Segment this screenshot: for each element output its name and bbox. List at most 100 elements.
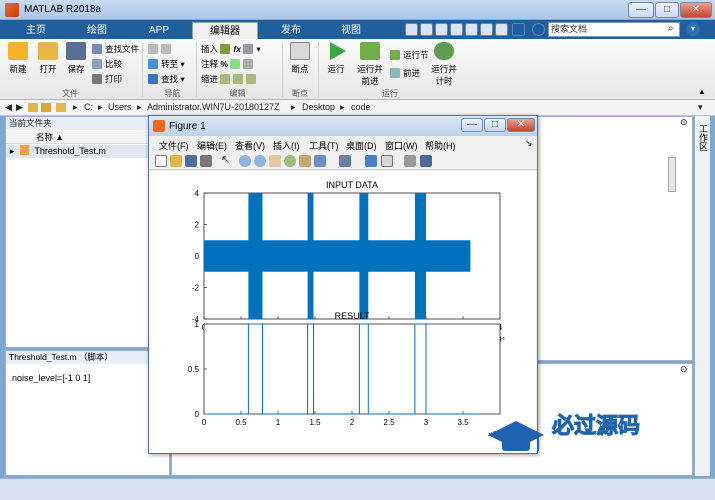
editor-scrollbar[interactable] bbox=[668, 157, 676, 192]
new-icon bbox=[8, 42, 28, 60]
close-button[interactable]: ✕ bbox=[680, 2, 712, 18]
undo-quick-icon[interactable] bbox=[465, 23, 478, 36]
save-figure-icon[interactable] bbox=[185, 155, 197, 167]
find-button[interactable]: 查找 ▾ bbox=[148, 73, 185, 86]
dock-icon[interactable] bbox=[420, 155, 432, 167]
tab-publish[interactable]: 发布 bbox=[262, 22, 320, 39]
breadcrumb-desktop[interactable]: Desktop bbox=[302, 102, 335, 112]
copy-quick-icon[interactable] bbox=[435, 23, 448, 36]
column-header[interactable]: 名称 ▲ bbox=[6, 131, 171, 144]
paste-quick-icon[interactable] bbox=[450, 23, 463, 36]
menu-dock-icon[interactable]: ↘ bbox=[525, 138, 533, 149]
browse-folder-icon[interactable] bbox=[41, 103, 51, 112]
advance-button[interactable]: 前进 bbox=[390, 67, 420, 80]
menu-desktop[interactable]: 桌面(D) bbox=[346, 139, 377, 152]
collapse-ribbon-icon[interactable]: ▲ bbox=[698, 87, 706, 96]
goto-button[interactable]: 转至 ▾ bbox=[148, 58, 185, 71]
new-button[interactable]: 新建 bbox=[5, 42, 31, 75]
print-button[interactable]: 打印 bbox=[92, 73, 122, 86]
tab-home[interactable]: 主页 bbox=[8, 22, 64, 39]
legend-icon[interactable] bbox=[381, 155, 393, 167]
run-time-button[interactable]: 运行并 计时 bbox=[430, 42, 458, 87]
help-quick-icon[interactable] bbox=[512, 23, 525, 36]
insert-button[interactable]: 插入 fx ▾ bbox=[201, 43, 261, 56]
run-advance-button[interactable]: 运行并 前进 bbox=[355, 42, 385, 87]
save-quick-icon[interactable] bbox=[405, 23, 418, 36]
figure-maximize-button[interactable]: □ bbox=[484, 118, 506, 132]
tab-apps[interactable]: APP bbox=[130, 22, 188, 39]
tab-view[interactable]: 视图 bbox=[322, 22, 380, 39]
breadcrumb-admin[interactable]: Administrator.WIN7U-20180127Z bbox=[147, 102, 280, 112]
editor-menu-icon[interactable]: ⊙ bbox=[680, 117, 688, 128]
file-row[interactable]: ▸ Threshold_Test.m bbox=[6, 145, 171, 158]
watermark-sub: Biguo100.com bbox=[552, 443, 641, 458]
command-menu-icon[interactable]: ⊙ bbox=[680, 364, 688, 375]
breadcrumb-users[interactable]: Users bbox=[108, 102, 132, 112]
watermark-main: 必过源码 bbox=[552, 413, 640, 438]
switch-windows-icon[interactable] bbox=[495, 23, 508, 36]
current-folder-title: 当前文件夹 bbox=[6, 117, 171, 130]
find-files-icon bbox=[92, 44, 102, 54]
group-breakpoint-label: 断点 bbox=[292, 89, 308, 98]
tab-editor[interactable]: 编辑器 bbox=[192, 22, 258, 39]
run-button[interactable]: 运行 bbox=[323, 42, 349, 75]
figure-window[interactable]: Figure 1 — □ ✕ 文件(F) 编辑(E) 查看(V) 插入(I) 工… bbox=[148, 115, 538, 454]
figure-logo-icon bbox=[153, 120, 165, 132]
breadcrumb-drive[interactable]: C: bbox=[84, 102, 93, 112]
breadcrumb-code[interactable]: code bbox=[351, 102, 371, 112]
rotate-icon[interactable] bbox=[284, 155, 296, 167]
group-edit-label: 编辑 bbox=[229, 89, 246, 98]
comment-button[interactable]: 注释 % bbox=[201, 58, 256, 71]
open-button[interactable]: 打开 bbox=[35, 42, 61, 75]
find-files-button[interactable]: 查找文件 bbox=[92, 43, 139, 56]
workspace-label: 工作区 bbox=[698, 124, 708, 151]
address-dropdown-icon[interactable]: ▾ bbox=[698, 102, 703, 113]
back-forward-icon[interactable] bbox=[148, 43, 174, 56]
menu-file[interactable]: 文件(F) bbox=[159, 139, 189, 152]
run-section-button[interactable]: 运行节 bbox=[390, 49, 429, 62]
pointer-icon[interactable]: ↖ bbox=[221, 155, 233, 167]
up-folder-icon[interactable] bbox=[28, 103, 38, 112]
figure-minimize-button[interactable]: — bbox=[461, 118, 483, 132]
run-icon bbox=[330, 42, 346, 60]
compare-button[interactable]: 比较 bbox=[92, 58, 122, 71]
link-plot-icon[interactable] bbox=[339, 155, 351, 167]
search-input[interactable]: 搜索文档 bbox=[548, 22, 680, 37]
indent-button[interactable]: 缩进 bbox=[201, 73, 259, 86]
tab-plots[interactable]: 绘图 bbox=[68, 22, 126, 39]
x-tick-label-1-1: 0.5 bbox=[235, 418, 247, 427]
pan-icon[interactable] bbox=[269, 155, 281, 167]
figure-close-button[interactable]: ✕ bbox=[507, 118, 535, 132]
brush-icon[interactable] bbox=[314, 155, 326, 167]
zoom-out-icon[interactable] bbox=[254, 155, 266, 167]
data-cursor-icon[interactable] bbox=[299, 155, 311, 167]
hide-tools-icon[interactable] bbox=[404, 155, 416, 167]
zoom-in-icon[interactable] bbox=[239, 155, 251, 167]
minimize-button[interactable]: — bbox=[628, 2, 654, 18]
menu-edit[interactable]: 编辑(E) bbox=[197, 139, 227, 152]
forward-icon[interactable]: ▶ bbox=[16, 102, 23, 113]
help-icon[interactable] bbox=[532, 23, 545, 36]
redo-quick-icon[interactable] bbox=[480, 23, 493, 36]
breakpoints-button[interactable]: 断点 bbox=[287, 42, 313, 75]
folder-icon[interactable] bbox=[56, 103, 66, 112]
print-figure-icon[interactable] bbox=[200, 155, 212, 167]
print-icon bbox=[92, 74, 102, 84]
menu-window[interactable]: 窗口(W) bbox=[385, 139, 418, 152]
ribbon-separator bbox=[196, 42, 197, 97]
notification-icon[interactable]: ▾ bbox=[686, 22, 700, 36]
menu-tools[interactable]: 工具(T) bbox=[309, 139, 339, 152]
menu-view[interactable]: 查看(V) bbox=[235, 139, 265, 152]
search-icon[interactable]: ⌕ bbox=[668, 23, 674, 34]
menu-help[interactable]: 帮助(H) bbox=[425, 139, 456, 152]
maximize-button[interactable]: □ bbox=[655, 2, 679, 18]
menu-insert[interactable]: 插入(I) bbox=[273, 139, 300, 152]
crumb-arrow-icon: ▸ bbox=[137, 102, 142, 112]
colorbar-icon[interactable] bbox=[365, 155, 377, 167]
save-button[interactable]: 保存 bbox=[63, 42, 89, 75]
open-file-icon[interactable] bbox=[170, 155, 182, 167]
y-tick-label-0-3: -2 bbox=[192, 284, 200, 293]
cut-quick-icon[interactable] bbox=[420, 23, 433, 36]
back-icon[interactable]: ◀ bbox=[5, 102, 12, 113]
new-figure-icon[interactable] bbox=[155, 155, 167, 167]
